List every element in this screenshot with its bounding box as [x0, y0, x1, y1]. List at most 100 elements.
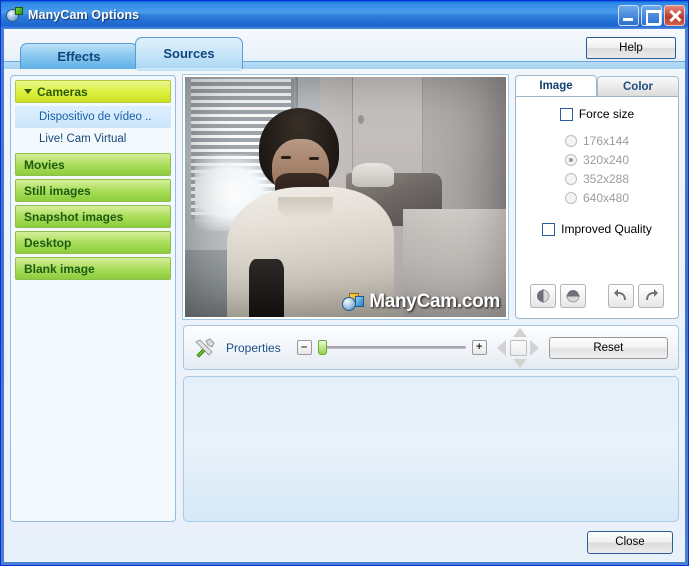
- minimize-button[interactable]: [618, 4, 639, 26]
- sidebar-category-cameras-label: Cameras: [37, 84, 88, 99]
- sidebar-category-snapshot-images[interactable]: Snapshot images: [15, 205, 171, 228]
- tab-image-label: Image: [539, 80, 573, 92]
- zoom-out-label: –: [301, 341, 308, 353]
- reset-button-label: Reset: [593, 341, 624, 354]
- zoom-in-button[interactable]: +: [471, 340, 487, 355]
- tab-color[interactable]: Color: [597, 76, 679, 96]
- title-bar: ManyCam Options: [1, 1, 688, 29]
- maximize-button[interactable]: [641, 4, 662, 26]
- sidebar-item-dispositivo-de-video-label: Dispositivo de vídeo ..: [39, 111, 152, 123]
- close-window-button[interactable]: [664, 4, 685, 26]
- force-size-label: Force size: [578, 107, 635, 121]
- sidebar-category-movies[interactable]: Movies: [15, 153, 171, 176]
- manycam-options-window: ManyCam Options Effects Sources Help Cam…: [0, 0, 689, 566]
- improved-quality-checkbox[interactable]: [542, 222, 556, 236]
- sidebar-category-blank-image[interactable]: Blank image: [15, 257, 171, 280]
- sidebar-item-live-cam-virtual[interactable]: Live! Cam Virtual: [15, 128, 171, 150]
- help-button[interactable]: Help: [586, 37, 676, 59]
- settings-body: Force size 176x144 320x240 352x288 640x4…: [515, 96, 679, 319]
- manycam-watermark-text: ManyCam.com: [369, 291, 500, 312]
- manycam-icon: [6, 6, 23, 24]
- rotate-left-button[interactable]: [608, 284, 634, 308]
- manycam-watermark-icon: [342, 292, 365, 312]
- settings-tab-strip: Image Color: [515, 75, 679, 96]
- help-button-label: Help: [619, 42, 643, 54]
- rotate-right-icon: [646, 289, 658, 300]
- transform-button-bar: [530, 284, 664, 310]
- resolution-option-352x288[interactable]: 352x288: [564, 172, 630, 186]
- resolution-option-320x240[interactable]: 320x240: [564, 153, 630, 167]
- flip-horizontal-icon: [537, 289, 550, 303]
- content-column: ManyCam.com Image Color Force size 176x1…: [182, 74, 679, 522]
- sources-sidebar: Cameras Dispositivo de vídeo .. Live! Ca…: [10, 75, 176, 522]
- flip-vertical-button[interactable]: [560, 284, 586, 308]
- pan-down-button[interactable]: [512, 358, 527, 368]
- sidebar-item-dispositivo-de-video[interactable]: Dispositivo de vídeo ..: [15, 106, 171, 128]
- pan-left-button[interactable]: [496, 339, 506, 356]
- sidebar-category-desktop[interactable]: Desktop: [15, 231, 171, 254]
- flip-vertical-icon: [566, 290, 580, 303]
- resolution-option-176x144[interactable]: 176x144: [564, 134, 630, 148]
- client-area: Effects Sources Help Cameras Dispositivo…: [4, 29, 685, 562]
- tab-sources-label: Sources: [163, 46, 215, 61]
- body-row: Cameras Dispositivo de vídeo .. Live! Ca…: [4, 69, 685, 522]
- pan-right-button[interactable]: [529, 339, 539, 356]
- zoom-slider[interactable]: [317, 340, 466, 355]
- radio-352x288-label: 352x288: [582, 172, 630, 186]
- tab-effects-label: Effects: [57, 49, 101, 64]
- sidebar-category-blank-image-label: Blank image: [24, 261, 95, 276]
- reset-button[interactable]: Reset: [548, 336, 668, 359]
- sidebar-category-still-images-label: Still images: [24, 183, 91, 198]
- window-controls: [618, 4, 685, 26]
- main-tab-strip: Effects Sources Help: [4, 29, 685, 71]
- sidebar-category-movies-label: Movies: [24, 157, 65, 172]
- tab-sources[interactable]: Sources: [135, 37, 243, 71]
- zoom-control: – +: [296, 340, 487, 355]
- radio-640x480[interactable]: [564, 192, 577, 204]
- improved-quality-label: Improved Quality: [561, 222, 652, 236]
- sidebar-category-still-images[interactable]: Still images: [15, 179, 171, 202]
- zoom-slider-thumb[interactable]: [317, 340, 327, 355]
- manycam-watermark: ManyCam.com: [342, 291, 500, 313]
- preview-scene: [185, 77, 506, 317]
- zoom-slider-track: [317, 346, 466, 349]
- settings-panel: Image Color Force size 176x144 320x240 3…: [515, 75, 679, 319]
- flip-horizontal-button[interactable]: [530, 284, 556, 308]
- pan-dpad: [496, 327, 539, 368]
- sidebar-empty-space: [15, 283, 171, 517]
- tab-effects[interactable]: Effects: [20, 43, 138, 69]
- pan-up-button[interactable]: [512, 327, 527, 337]
- sidebar-category-desktop-label: Desktop: [24, 235, 72, 250]
- properties-toolbar: Properties – + Reset: [183, 325, 679, 370]
- video-preview[interactable]: ManyCam.com: [182, 74, 509, 320]
- close-button-label: Close: [615, 536, 645, 548]
- preview-and-settings-row: ManyCam.com Image Color Force size 176x1…: [182, 74, 679, 320]
- dialog-footer: Close: [4, 522, 685, 562]
- radio-176x144[interactable]: [564, 135, 577, 147]
- tab-image[interactable]: Image: [515, 75, 597, 96]
- details-empty-panel: [183, 376, 679, 522]
- rotate-left-icon: [614, 289, 626, 300]
- radio-320x240-label: 320x240: [582, 153, 630, 167]
- radio-352x288[interactable]: [564, 173, 577, 185]
- sidebar-category-snapshot-images-label: Snapshot images: [24, 209, 124, 224]
- tab-color-label: Color: [622, 80, 654, 93]
- improved-quality-row[interactable]: Improved Quality: [542, 222, 652, 236]
- tools-icon: [194, 338, 216, 358]
- radio-176x144-label: 176x144: [582, 134, 630, 148]
- zoom-in-label: +: [475, 341, 483, 353]
- chevron-down-icon: [24, 89, 32, 94]
- close-button[interactable]: Close: [587, 530, 673, 554]
- zoom-out-button[interactable]: –: [296, 340, 312, 355]
- force-size-checkbox[interactable]: [559, 107, 573, 121]
- sidebar-category-cameras[interactable]: Cameras: [15, 80, 171, 103]
- radio-640x480-label: 640x480: [582, 191, 630, 205]
- rotate-right-button[interactable]: [638, 284, 664, 308]
- sidebar-item-live-cam-virtual-label: Live! Cam Virtual: [39, 133, 127, 145]
- window-title: ManyCam Options: [28, 8, 140, 22]
- force-size-row[interactable]: Force size: [559, 107, 635, 121]
- resolution-option-640x480[interactable]: 640x480: [564, 191, 630, 205]
- radio-320x240[interactable]: [564, 154, 577, 166]
- resolution-radio-group: 176x144 320x240 352x288 640x480: [564, 129, 630, 210]
- pan-center-button[interactable]: [509, 339, 527, 356]
